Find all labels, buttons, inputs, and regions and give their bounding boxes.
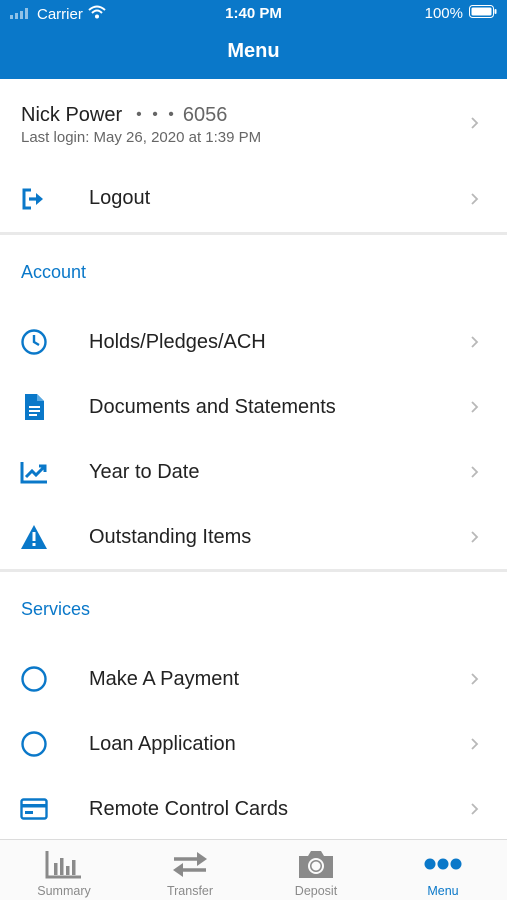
status-bar: Carrier 1:40 PM 100% xyxy=(0,0,507,28)
bottom-tab-bar: Summary Transfer Deposit Menu xyxy=(0,839,507,900)
logout-row[interactable]: Logout xyxy=(0,166,507,232)
account-mask: • • • xyxy=(136,106,177,123)
menu-item-label: Outstanding Items xyxy=(89,526,252,548)
menu-item-loan-application[interactable]: Loan Application xyxy=(0,712,507,777)
status-right: 100% xyxy=(425,5,497,22)
menu-item-label: Remote Control Cards xyxy=(89,798,288,820)
services-section-title: Services xyxy=(21,599,91,619)
tab-summary[interactable]: Summary xyxy=(1,840,127,900)
logout-icon xyxy=(20,185,48,213)
tab-label: Deposit xyxy=(294,884,338,898)
account-section-title: Account xyxy=(21,262,87,282)
tab-deposit[interactable]: Deposit xyxy=(253,840,379,900)
battery-icon xyxy=(469,5,497,22)
menu-item-year-to-date[interactable]: Year to Date xyxy=(0,440,507,505)
chevron-right-icon xyxy=(471,531,479,543)
trend-chart-icon xyxy=(20,458,48,486)
battery-percent: 100% xyxy=(424,5,463,22)
menu-item-label: Loan Application xyxy=(89,733,236,755)
chevron-right-icon xyxy=(471,466,479,478)
chevron-right-icon xyxy=(471,193,479,205)
chevron-right-icon xyxy=(471,803,479,815)
menu-item-label: Holds/Pledges/ACH xyxy=(89,331,266,353)
section-divider xyxy=(0,232,507,235)
tab-label: Summary xyxy=(37,884,91,898)
chevron-right-icon xyxy=(471,673,479,685)
menu-item-label: Documents and Statements xyxy=(89,396,336,418)
profile-name-line: Nick Power • • • 6056 xyxy=(21,104,227,127)
last-login: Last login: May 26, 2020 at 1:39 PM xyxy=(21,129,262,146)
more-dots-icon xyxy=(380,848,506,880)
menu-content[interactable]: Nick Power • • • 6056 Last login: May 26, … xyxy=(0,79,507,839)
chevron-right-icon xyxy=(471,401,479,413)
app-header: Carrier 1:40 PM 100% Menu xyxy=(0,0,507,79)
page-title: Menu xyxy=(227,40,280,62)
clock-icon xyxy=(20,328,48,356)
account-suffix: 6056 xyxy=(182,104,228,126)
card-icon xyxy=(20,795,48,823)
menu-item-remote-control-cards[interactable]: Remote Control Cards xyxy=(0,777,507,839)
menu-item-documents[interactable]: Documents and Statements xyxy=(0,375,507,440)
circle-icon xyxy=(20,665,48,693)
tab-label: Transfer xyxy=(166,884,214,898)
menu-item-holds[interactable]: Holds/Pledges/ACH xyxy=(0,310,507,375)
transfer-arrows-icon xyxy=(127,848,253,880)
document-icon xyxy=(20,393,48,421)
tab-menu[interactable]: Menu xyxy=(380,840,506,900)
camera-icon xyxy=(253,848,379,880)
chevron-right-icon xyxy=(471,336,479,348)
profile-row[interactable]: Nick Power • • • 6056 Last login: May 26, … xyxy=(0,79,507,166)
section-divider xyxy=(0,569,507,572)
chevron-right-icon xyxy=(471,738,479,750)
warning-icon xyxy=(20,523,48,551)
profile-name: Nick Power xyxy=(21,104,123,126)
chevron-right-icon xyxy=(471,117,479,129)
menu-item-make-payment[interactable]: Make A Payment xyxy=(0,647,507,712)
menu-item-outstanding-items[interactable]: Outstanding Items xyxy=(0,505,507,570)
circle-icon xyxy=(20,730,48,758)
menu-item-label: Make A Payment xyxy=(89,668,240,690)
bar-chart-icon xyxy=(1,848,127,880)
logout-label: Logout xyxy=(89,187,151,209)
tab-label: Menu xyxy=(427,884,459,898)
menu-item-label: Year to Date xyxy=(89,461,200,483)
tab-transfer[interactable]: Transfer xyxy=(127,840,253,900)
